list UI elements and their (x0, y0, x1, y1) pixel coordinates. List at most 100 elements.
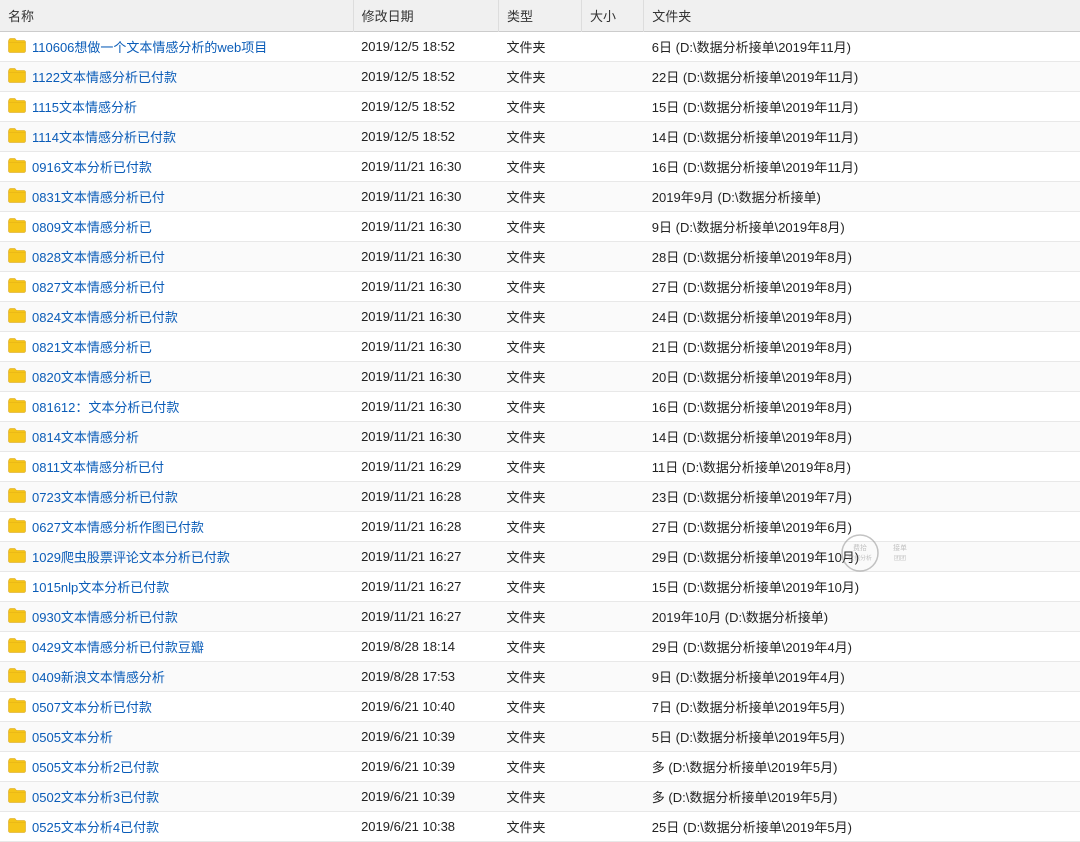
file-folder-path: 多 (D:\数据分析接单\2019年5月) (644, 782, 1080, 812)
folder-icon (8, 307, 26, 326)
file-name-cell[interactable]: 0809文本情感分析已 (0, 212, 340, 241)
file-name-text: 0930文本情感分析已付款 (32, 607, 178, 626)
file-type: 文件夹 (498, 512, 581, 542)
file-name-cell[interactable]: 0811文本情感分析已付 (0, 452, 340, 481)
table-row[interactable]: 0821文本情感分析已2019/11/21 16:30文件夹21日 (D:\数据… (0, 332, 1080, 362)
file-date: 2019/11/21 16:28 (353, 482, 498, 512)
file-type: 文件夹 (498, 122, 581, 152)
file-folder-path: 24日 (D:\数据分析接单\2019年8月) (644, 302, 1080, 332)
file-date: 2019/12/5 18:52 (353, 32, 498, 62)
file-name-cell[interactable]: 0814文本情感分析 (0, 422, 340, 451)
file-name-cell[interactable]: 1015nlp文本分析已付款 (0, 572, 340, 601)
table-row[interactable]: 0429文本情感分析已付款豆瓣2019/8/28 18:14文件夹29日 (D:… (0, 632, 1080, 662)
file-name-cell[interactable]: 0507文本分析已付款 (0, 692, 340, 721)
table-row[interactable]: 0627文本情感分析作图已付款2019/11/21 16:28文件夹27日 (D… (0, 512, 1080, 542)
file-date: 2019/11/21 16:30 (353, 152, 498, 182)
table-row[interactable]: 1015nlp文本分析已付款2019/11/21 16:27文件夹15日 (D:… (0, 572, 1080, 602)
header-size[interactable]: 大小 (582, 0, 644, 32)
file-date: 2019/12/5 18:52 (353, 122, 498, 152)
file-size (582, 62, 644, 92)
file-name-text: 0502文本分析3已付款 (32, 787, 159, 806)
file-name-text: 0505文本分析2已付款 (32, 757, 159, 776)
file-name-cell[interactable]: 0930文本情感分析已付款 (0, 602, 340, 631)
header-date[interactable]: 修改日期 (353, 0, 498, 32)
header-name[interactable]: 名称 (0, 0, 353, 32)
table-row[interactable]: 081612：文本分析已付款2019/11/21 16:30文件夹16日 (D:… (0, 392, 1080, 422)
file-name-cell[interactable]: 0723文本情感分析已付款 (0, 482, 340, 511)
file-date: 2019/6/21 10:39 (353, 782, 498, 812)
file-type: 文件夹 (498, 302, 581, 332)
file-date: 2019/11/21 16:30 (353, 362, 498, 392)
file-name-cell[interactable]: 0429文本情感分析已付款豆瓣 (0, 632, 340, 661)
file-name-cell[interactable]: 0831文本情感分析已付 (0, 182, 340, 211)
table-row[interactable]: 110606想做一个文本情感分析的web项目2019/12/5 18:52文件夹… (0, 32, 1080, 62)
file-date: 2019/11/21 16:30 (353, 422, 498, 452)
file-name-cell[interactable]: 1115文本情感分析 (0, 92, 340, 121)
table-row[interactable]: 0811文本情感分析已付2019/11/21 16:29文件夹11日 (D:\数… (0, 452, 1080, 482)
header-folder[interactable]: 文件夹 (644, 0, 1080, 32)
file-size (582, 302, 644, 332)
folder-icon (8, 337, 26, 356)
table-row[interactable]: 0828文本情感分析已付2019/11/21 16:30文件夹28日 (D:\数… (0, 242, 1080, 272)
file-size (582, 242, 644, 272)
file-name-cell[interactable]: 1114文本情感分析已付款 (0, 122, 340, 151)
file-size (582, 692, 644, 722)
file-name-cell[interactable]: 110606想做一个文本情感分析的web项目 (0, 32, 340, 61)
folder-icon (8, 487, 26, 506)
file-size (582, 362, 644, 392)
file-date: 2019/11/21 16:30 (353, 242, 498, 272)
table-row[interactable]: 0820文本情感分析已2019/11/21 16:30文件夹20日 (D:\数据… (0, 362, 1080, 392)
file-name-cell[interactable]: 0820文本情感分析已 (0, 362, 340, 391)
table-row[interactable]: 0930文本情感分析已付款2019/11/21 16:27文件夹2019年10月… (0, 602, 1080, 632)
table-row[interactable]: 0505文本分析2019/6/21 10:39文件夹5日 (D:\数据分析接单\… (0, 722, 1080, 752)
file-type: 文件夹 (498, 212, 581, 242)
table-row[interactable]: 0809文本情感分析已2019/11/21 16:30文件夹9日 (D:\数据分… (0, 212, 1080, 242)
file-size (582, 512, 644, 542)
table-row[interactable]: 1115文本情感分析2019/12/5 18:52文件夹15日 (D:\数据分析… (0, 92, 1080, 122)
file-type: 文件夹 (498, 482, 581, 512)
file-name-cell[interactable]: 0409新浪文本情感分析 (0, 662, 340, 691)
header-type[interactable]: 类型 (498, 0, 581, 32)
file-name-cell[interactable]: 0824文本情感分析已付款 (0, 302, 340, 331)
table-row[interactable]: 0824文本情感分析已付款2019/11/21 16:30文件夹24日 (D:\… (0, 302, 1080, 332)
file-type: 文件夹 (498, 602, 581, 632)
file-name-cell[interactable]: 0821文本情感分析已 (0, 332, 340, 361)
file-name-cell[interactable]: 0828文本情感分析已付 (0, 242, 340, 271)
table-row[interactable]: 1122文本情感分析已付款2019/12/5 18:52文件夹22日 (D:\数… (0, 62, 1080, 92)
table-row[interactable]: 0723文本情感分析已付款2019/11/21 16:28文件夹23日 (D:\… (0, 482, 1080, 512)
file-name-cell[interactable]: 1122文本情感分析已付款 (0, 62, 340, 91)
table-row[interactable]: 0525文本分析4已付款2019/6/21 10:38文件夹25日 (D:\数据… (0, 812, 1080, 842)
file-type: 文件夹 (498, 92, 581, 122)
file-date: 2019/12/5 18:52 (353, 62, 498, 92)
table-row[interactable]: 0502文本分析3已付款2019/6/21 10:39文件夹多 (D:\数据分析… (0, 782, 1080, 812)
table-row[interactable]: 0814文本情感分析2019/11/21 16:30文件夹14日 (D:\数据分… (0, 422, 1080, 452)
table-row[interactable]: 0827文本情感分析已付2019/11/21 16:30文件夹27日 (D:\数… (0, 272, 1080, 302)
table-row[interactable]: 0507文本分析已付款2019/6/21 10:40文件夹7日 (D:\数据分析… (0, 692, 1080, 722)
file-type: 文件夹 (498, 272, 581, 302)
file-name-cell[interactable]: 0627文本情感分析作图已付款 (0, 512, 340, 541)
file-name-cell[interactable]: 0505文本分析 (0, 722, 340, 751)
file-name-cell[interactable]: 0505文本分析2已付款 (0, 752, 340, 781)
table-row[interactable]: 0916文本分析已付款2019/11/21 16:30文件夹16日 (D:\数据… (0, 152, 1080, 182)
table-row[interactable]: 1114文本情感分析已付款2019/12/5 18:52文件夹14日 (D:\数… (0, 122, 1080, 152)
file-name-cell[interactable]: 0916文本分析已付款 (0, 152, 340, 181)
table-row[interactable]: 1029爬虫股票评论文本分析已付款2019/11/21 16:27文件夹29日 … (0, 542, 1080, 572)
folder-icon (8, 457, 26, 476)
file-folder-path: 15日 (D:\数据分析接单\2019年10月) (644, 572, 1080, 602)
file-name-cell[interactable]: 0525文本分析4已付款 (0, 812, 340, 841)
file-size (582, 332, 644, 362)
file-date: 2019/8/28 18:14 (353, 632, 498, 662)
file-name-cell[interactable]: 0502文本分析3已付款 (0, 782, 340, 811)
file-name-cell[interactable]: 1029爬虫股票评论文本分析已付款 (0, 542, 340, 571)
file-folder-path: 21日 (D:\数据分析接单\2019年8月) (644, 332, 1080, 362)
file-folder-path: 27日 (D:\数据分析接单\2019年6月) (644, 512, 1080, 542)
file-name-cell[interactable]: 0827文本情感分析已付 (0, 272, 340, 301)
table-row[interactable]: 0831文本情感分析已付2019/11/21 16:30文件夹2019年9月 (… (0, 182, 1080, 212)
table-row[interactable]: 0409新浪文本情感分析2019/8/28 17:53文件夹9日 (D:\数据分… (0, 662, 1080, 692)
table-row[interactable]: 0505文本分析2已付款2019/6/21 10:39文件夹多 (D:\数据分析… (0, 752, 1080, 782)
file-size (582, 392, 644, 422)
file-name-cell[interactable]: 081612：文本分析已付款 (0, 392, 340, 421)
folder-icon (8, 397, 26, 416)
file-name-text: 0831文本情感分析已付 (32, 187, 165, 206)
folder-icon (8, 157, 26, 176)
